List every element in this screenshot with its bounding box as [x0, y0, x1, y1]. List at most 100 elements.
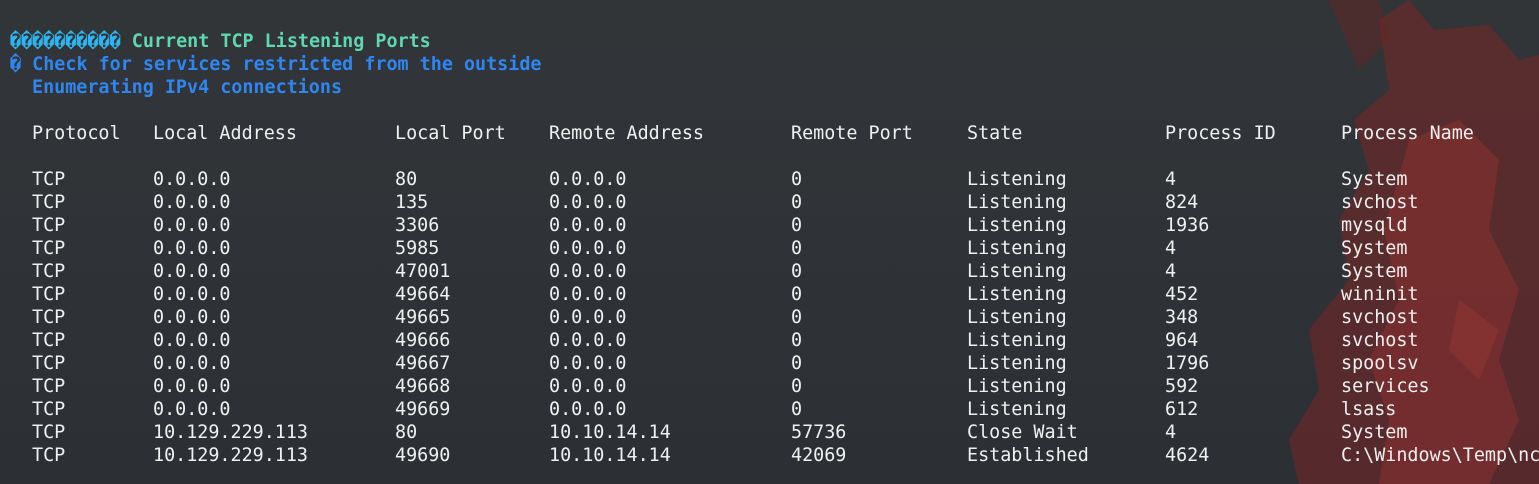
- cell-local-port: 49667: [395, 353, 451, 374]
- cell-local-address: 0.0.0.0: [153, 330, 231, 351]
- cell-process-name: wininit: [1341, 284, 1419, 305]
- cell-remote-port: 0: [791, 284, 803, 305]
- cell-local-address: 0.0.0.0: [153, 261, 231, 282]
- cell-local-port: 49669: [395, 399, 451, 420]
- cell-remote-port: 0: [791, 353, 803, 374]
- cell-protocol: TCP: [32, 330, 66, 351]
- cell-protocol: TCP: [32, 238, 66, 259]
- cell-process-id: 1796: [1165, 353, 1210, 374]
- cell-remote-address: 0.0.0.0: [549, 399, 627, 420]
- cell-local-port: 5985: [395, 238, 440, 259]
- cell-remote-port: 42069: [791, 445, 847, 466]
- cell-process-name: System: [1341, 169, 1408, 190]
- cell-protocol: TCP: [32, 376, 66, 397]
- cell-process-id: 4624: [1165, 445, 1210, 466]
- cell-remote-address: 0.0.0.0: [549, 261, 627, 282]
- cell-process-name: spoolsv: [1341, 353, 1419, 374]
- cell-protocol: TCP: [32, 445, 66, 466]
- cell-remote-port: 0: [791, 261, 803, 282]
- cell-process-id: 1936: [1165, 215, 1210, 236]
- cell-state: Listening: [967, 353, 1067, 374]
- cell-local-port: 47001: [395, 261, 451, 282]
- cell-state: Listening: [967, 215, 1067, 236]
- cell-remote-address: 0.0.0.0: [549, 192, 627, 213]
- cell-protocol: TCP: [32, 192, 66, 213]
- cell-state: Listening: [967, 376, 1067, 397]
- cell-remote-address: 10.10.14.14: [549, 422, 671, 443]
- cell-local-port: 49665: [395, 307, 451, 328]
- cell-remote-address: 0.0.0.0: [549, 353, 627, 374]
- cell-local-address: 0.0.0.0: [153, 353, 231, 374]
- cell-protocol: TCP: [32, 169, 66, 190]
- cell-local-address: 0.0.0.0: [153, 192, 231, 213]
- cell-state: Close Wait: [967, 422, 1078, 443]
- cell-remote-port: 0: [791, 238, 803, 259]
- cell-remote-address: 0.0.0.0: [549, 330, 627, 351]
- cell-local-port: 49664: [395, 284, 451, 305]
- cell-remote-address: 0.0.0.0: [549, 376, 627, 397]
- cell-process-id: 4: [1165, 169, 1177, 190]
- cell-local-address: 0.0.0.0: [153, 169, 231, 190]
- enum-line: Enumerating IPv4 connections: [32, 77, 343, 98]
- cell-state: Listening: [967, 192, 1067, 213]
- terminal-window[interactable]: ���������� Current TCP Listening Ports �…: [0, 0, 1539, 484]
- section-title: Current TCP Listening Ports: [120, 31, 431, 52]
- unrendered-glyphs: ����������: [10, 31, 121, 52]
- cell-process-name: System: [1341, 422, 1408, 443]
- cell-remote-port: 0: [791, 307, 803, 328]
- cell-remote-port: 0: [791, 192, 803, 213]
- cell-process-id: 348: [1165, 307, 1199, 328]
- header-process-id: Process ID: [1165, 123, 1276, 144]
- cell-protocol: TCP: [32, 215, 66, 236]
- cell-protocol: TCP: [32, 353, 66, 374]
- cell-local-port: 135: [395, 192, 429, 213]
- cell-process-name: lsass: [1341, 399, 1397, 420]
- check-bullet-icon: �: [10, 54, 33, 75]
- header-state: State: [967, 123, 1023, 144]
- cell-state: Listening: [967, 284, 1067, 305]
- cell-protocol: TCP: [32, 284, 66, 305]
- cell-local-port: 49690: [395, 445, 451, 466]
- cell-process-name: System: [1341, 238, 1408, 259]
- cell-process-id: 612: [1165, 399, 1199, 420]
- cell-state: Listening: [967, 307, 1067, 328]
- cell-protocol: TCP: [32, 261, 66, 282]
- check-text: Check for services restricted from the o…: [32, 54, 542, 75]
- cell-remote-port: 0: [791, 169, 803, 190]
- header-local-port: Local Port: [395, 123, 506, 144]
- cell-process-id: 4: [1165, 261, 1177, 282]
- section-title-line: ���������� Current TCP Listening Ports: [10, 30, 431, 53]
- cell-protocol: TCP: [32, 307, 66, 328]
- cell-remote-port: 0: [791, 376, 803, 397]
- cell-local-address: 0.0.0.0: [153, 307, 231, 328]
- cell-process-name: services: [1341, 376, 1430, 397]
- cell-local-port: 3306: [395, 215, 440, 236]
- cell-process-name: C:\Windows\Temp\nc: [1341, 445, 1539, 466]
- cell-process-id: 824: [1165, 192, 1199, 213]
- cell-state: Listening: [967, 399, 1067, 420]
- cell-process-name: mysqld: [1341, 215, 1408, 236]
- header-remote-address: Remote Address: [549, 123, 705, 144]
- cell-local-address: 10.129.229.113: [153, 422, 309, 443]
- cell-remote-port: 0: [791, 215, 803, 236]
- cell-remote-port: 0: [791, 399, 803, 420]
- header-remote-port: Remote Port: [791, 123, 913, 144]
- cell-process-name: svchost: [1341, 330, 1419, 351]
- cell-process-id: 4: [1165, 422, 1177, 443]
- cell-state: Listening: [967, 238, 1067, 259]
- cell-process-id: 452: [1165, 284, 1199, 305]
- cell-state: Listening: [967, 169, 1067, 190]
- check-line: � Check for services restricted from the…: [10, 53, 541, 76]
- cell-local-port: 49666: [395, 330, 451, 351]
- cell-process-id: 4: [1165, 238, 1177, 259]
- cell-local-address: 10.129.229.113: [153, 445, 309, 466]
- cell-remote-address: 0.0.0.0: [549, 238, 627, 259]
- cell-state: Established: [967, 445, 1089, 466]
- cell-process-id: 592: [1165, 376, 1199, 397]
- cell-local-address: 0.0.0.0: [153, 284, 231, 305]
- header-process-name: Process Name: [1341, 123, 1474, 144]
- cell-remote-address: 0.0.0.0: [549, 307, 627, 328]
- cell-protocol: TCP: [32, 399, 66, 420]
- cell-remote-port: 57736: [791, 422, 847, 443]
- cell-local-address: 0.0.0.0: [153, 215, 231, 236]
